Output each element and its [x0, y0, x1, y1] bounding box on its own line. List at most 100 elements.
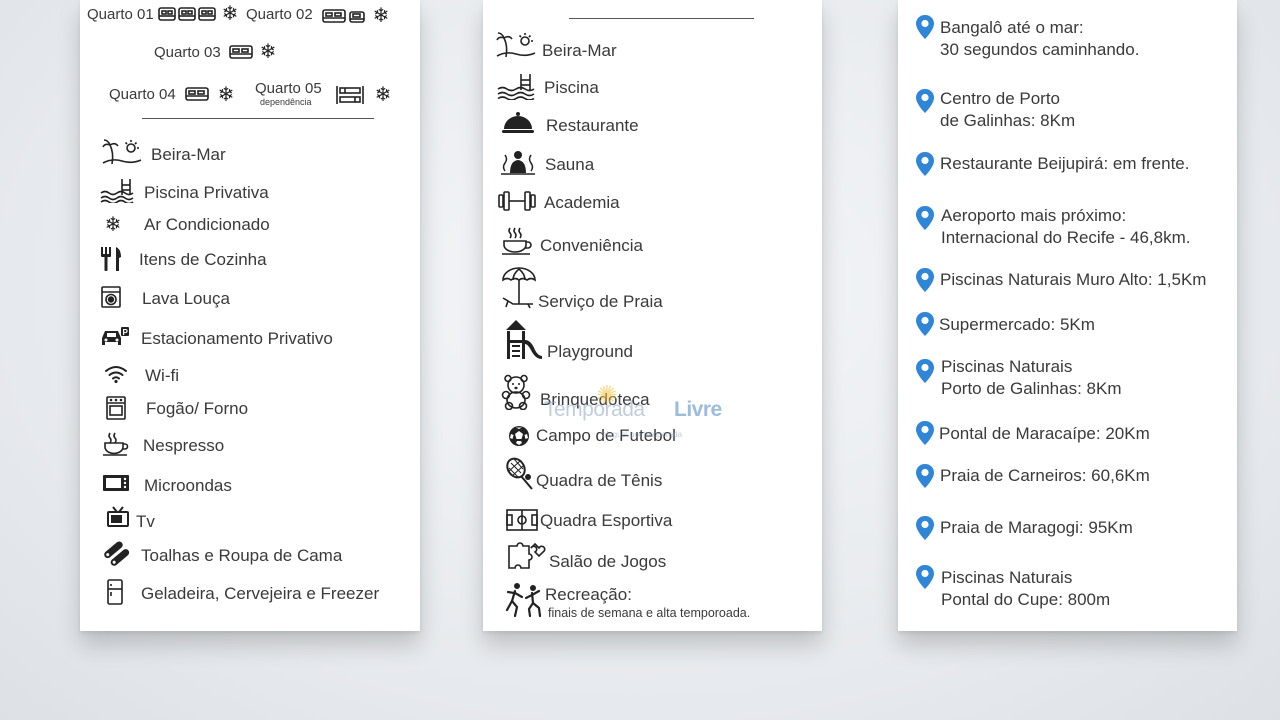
playground-icon: [503, 318, 543, 360]
recreation-note: finais de semana e alta temporoada.: [548, 606, 751, 620]
amenity-label: Fogão/ Forno: [146, 399, 249, 418]
room-label-2: Quarto 02: [246, 6, 313, 23]
locations-card: Bangalô até o mar: 30 segundos caminhand…: [898, 0, 1237, 631]
location-line1: Aeroporto mais próximo:: [941, 206, 1127, 225]
room-label-4: Quarto 04: [109, 86, 176, 103]
amenities-card-condo: Beira-Mar Piscina Restaurante Sauna Acad…: [483, 0, 822, 631]
double-bed-icon: [228, 43, 254, 61]
location-line2: 30 segundos caminhando.: [940, 40, 1140, 59]
stove-icon: [105, 395, 127, 421]
location-pin-icon: [916, 464, 934, 488]
location-line1: Bangalô até o mar:: [940, 18, 1084, 37]
parking-icon: P: [100, 325, 130, 349]
location-line1: Piscinas Naturais Muro Alto: 1,5Km: [940, 270, 1207, 289]
wifi-icon: [103, 364, 129, 384]
location-pin-icon: [916, 421, 934, 445]
dumbbell-icon: [497, 188, 537, 214]
dishwasher-icon: [100, 285, 122, 309]
amenity-label: Itens de Cozinha: [139, 250, 267, 269]
amenity-label: Conveniência: [540, 236, 644, 255]
tv-icon: [106, 506, 130, 528]
teddy-bear-icon: [501, 374, 531, 410]
amenity-label: Estacionamento Privativo: [141, 329, 333, 348]
pool-icon: [497, 72, 535, 100]
location-pin-icon: [916, 359, 934, 383]
beach-icon: [496, 32, 536, 60]
amenity-label: Academia: [544, 193, 620, 212]
amenity-label: Campo de Futebol: [536, 426, 676, 445]
amenity-label: Brinquedoteca: [540, 390, 650, 409]
amenity-label: Recreação:: [545, 585, 632, 604]
room-label-1: Quarto 01: [87, 6, 154, 23]
location-line1: Pontal de Maracaípe: 20Km: [939, 424, 1150, 443]
location-line1: Centro de Porto: [940, 89, 1061, 108]
amenity-label: Toalhas e Roupa de Cama: [141, 546, 343, 565]
amenity-label: Beira-Mar: [151, 145, 226, 164]
amenity-label: Quadra Esportiva: [540, 511, 673, 530]
location-line1: Praia de Carneiros: 60,6Km: [940, 466, 1150, 485]
amenity-label: Ar Condicionado: [144, 215, 270, 234]
amenity-label: Restaurante: [546, 116, 639, 135]
beach-icon: [102, 139, 142, 167]
location-pin-icon: [916, 89, 934, 113]
amenity-label: Beira-Mar: [542, 41, 617, 60]
microwave-icon: [102, 473, 130, 493]
location-pin-icon: [916, 516, 934, 540]
soccer-ball-icon: [508, 425, 530, 447]
fridge-icon: [106, 579, 124, 605]
amenity-label: Quadra de Tênis: [536, 471, 663, 490]
location-pin-icon: [916, 206, 934, 230]
location-line2: Porto de Galinhas: 8Km: [941, 379, 1122, 398]
amenity-label: Wi-fi: [145, 366, 179, 385]
room-label-3: Quarto 03: [154, 44, 221, 61]
tennis-icon: [505, 457, 535, 491]
amenity-label: Lava Louça: [142, 289, 230, 308]
snowflake-icon: ❄: [104, 214, 122, 236]
towels-icon: [104, 541, 130, 567]
bunk-bed-icon: [334, 84, 366, 106]
double-bed-icon: [184, 85, 210, 103]
coffee-icon: [102, 431, 130, 457]
location-line1: Praia de Maragogi: 95Km: [940, 518, 1133, 537]
court-icon: [506, 508, 538, 532]
divider: [142, 118, 374, 119]
location-line1: Supermercado: 5Km: [939, 315, 1095, 334]
location-pin-icon: [916, 565, 934, 589]
divider: [569, 18, 754, 19]
amenity-label: Playground: [547, 342, 634, 361]
cup-icon: [501, 226, 533, 256]
room-label-5-sub: dependência: [260, 97, 312, 107]
cutlery-icon: [98, 246, 124, 272]
location-pin-icon: [916, 152, 934, 176]
cloche-icon: [501, 110, 535, 136]
snowflake-icon: ❄: [221, 3, 239, 25]
location-pin-icon: [916, 312, 934, 336]
amenity-label: Microondas: [144, 476, 232, 495]
kids-icon: [505, 582, 543, 618]
amenity-label: Nespresso: [143, 436, 225, 455]
svg-text:P: P: [123, 328, 129, 337]
location-pin-icon: [916, 268, 934, 292]
amenity-label: Tv: [136, 512, 155, 531]
snowflake-icon: ❄: [217, 84, 235, 106]
amenity-label: Piscina: [544, 78, 599, 97]
umbrella-icon: [500, 266, 540, 310]
snowflake-icon: ❄: [372, 5, 390, 27]
amenity-label: Sauna: [545, 155, 595, 174]
snowflake-icon: ❄: [374, 84, 392, 106]
amenities-card-house: Quarto 01 ❄ Quarto 02 ❄ Quarto 03 ❄ Quar…: [80, 0, 420, 631]
location-line2: Internacional do Recife - 46,8km.: [941, 228, 1191, 247]
double-bed-icon: [158, 5, 216, 23]
location-line1: Restaurante Beijupirá: em frente.: [940, 154, 1190, 173]
location-line1: Piscinas Naturais: [941, 568, 1073, 587]
amenity-label: Salão de Jogos: [549, 552, 667, 571]
location-line2: Pontal do Cupe: 800m: [941, 590, 1111, 609]
pool-icon: [100, 177, 134, 203]
room-label-5: Quarto 05: [255, 80, 322, 97]
location-line1: Piscinas Naturais: [941, 357, 1073, 376]
bed-icon: [322, 7, 366, 25]
amenity-label: Geladeira, Cervejeira e Freezer: [141, 584, 380, 603]
sauna-icon: [500, 147, 536, 175]
puzzle-icon: [507, 542, 547, 572]
amenity-label: Piscina Privativa: [144, 183, 269, 202]
